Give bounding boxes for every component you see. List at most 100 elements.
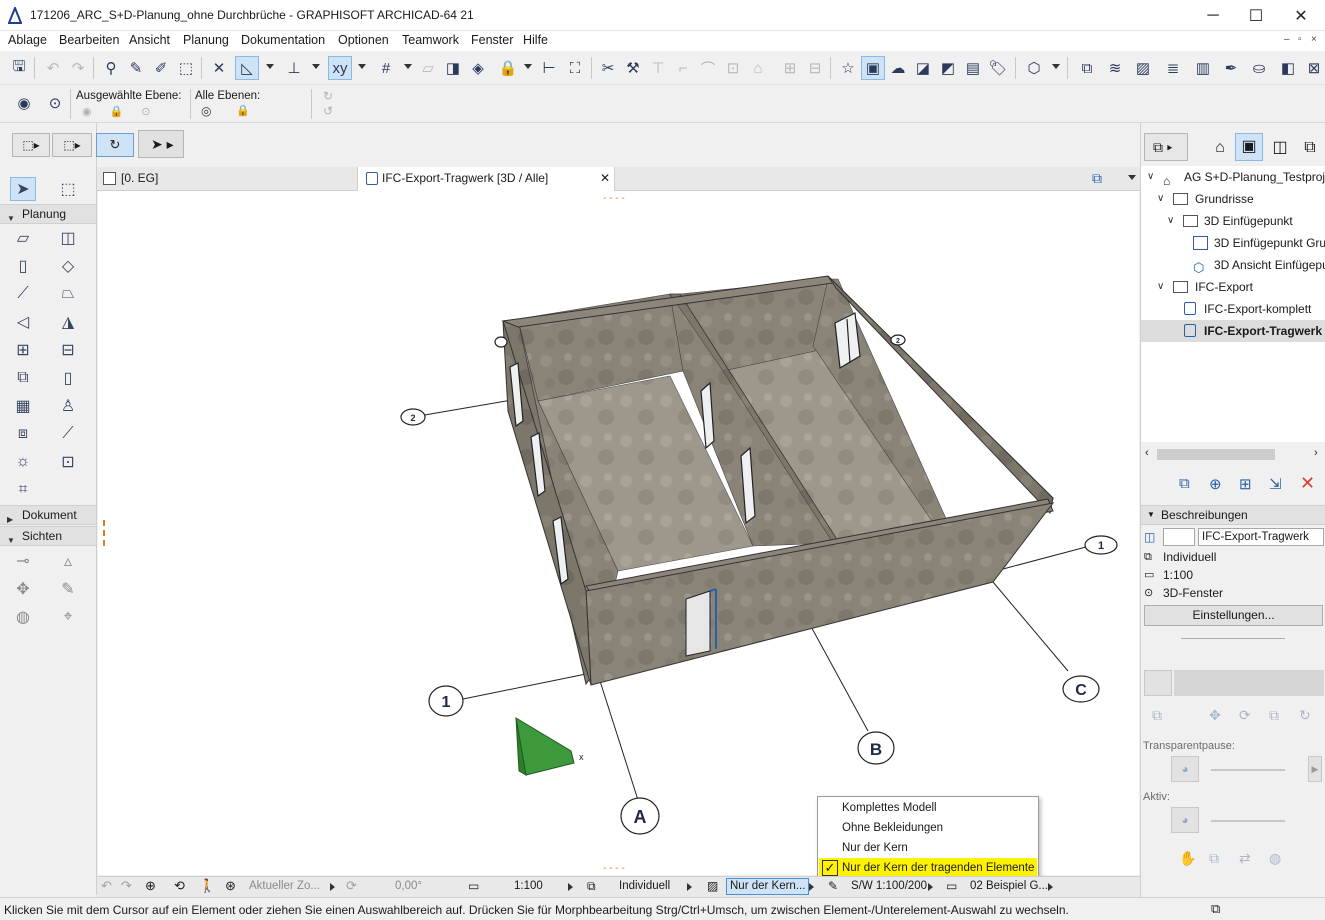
offset-icon[interactable]: ⊤ bbox=[646, 56, 670, 80]
new-folder-icon[interactable]: ⊞ bbox=[1239, 475, 1252, 493]
zoom-in-icon[interactable]: ⊕ bbox=[145, 878, 156, 894]
section-planung[interactable]: ▼ Planung bbox=[0, 204, 96, 224]
scroll-thumb[interactable] bbox=[1157, 449, 1275, 460]
marquee-mode-button[interactable]: ⬚▸ bbox=[12, 133, 50, 157]
mesh-tool-icon[interactable]: ⌗ bbox=[10, 478, 36, 502]
zoom-undo-icon[interactable]: ↶ bbox=[101, 878, 112, 894]
tree-item-ifc-export-tragwerk[interactable]: IFC-Export-Tragwerk bbox=[1141, 320, 1325, 342]
view-map-tab-icon[interactable]: ▣ bbox=[1235, 133, 1263, 161]
skylight-tool-icon[interactable]: ▯ bbox=[55, 366, 81, 390]
railing-tool-icon[interactable]: ⧈ bbox=[10, 422, 36, 446]
section-sichten[interactable]: ▼ Sichten bbox=[0, 526, 96, 546]
all-layers-lock-icon[interactable]: 🔒 bbox=[236, 104, 250, 117]
elevation-icon[interactable]: ◩ bbox=[936, 56, 960, 80]
stairs-rail-tool-icon[interactable]: ⟋ bbox=[55, 422, 81, 446]
undo-icon[interactable]: ↶ bbox=[41, 56, 65, 80]
morph-tool-icon[interactable]: ◮ bbox=[55, 310, 81, 334]
scroll-right-icon[interactable]: › bbox=[1314, 447, 1318, 459]
grid-snap-icon[interactable]: # bbox=[374, 56, 398, 80]
navigator-scrollbar[interactable]: ‹ › bbox=[1141, 446, 1325, 463]
scissors-icon[interactable]: ✂ bbox=[596, 56, 620, 80]
layer-combo-row[interactable]: ⧉ Individuell bbox=[1141, 548, 1325, 566]
mdi-restore-icon[interactable]: ▫ bbox=[1298, 34, 1302, 45]
tab-floor-plan[interactable]: [0. EG] bbox=[97, 167, 357, 191]
lamp-tool-icon[interactable]: ☼ bbox=[10, 450, 36, 474]
view-name-input[interactable]: IFC-Export-Tragwerk bbox=[1198, 528, 1324, 546]
cloud-icon[interactable]: ☁ bbox=[886, 56, 910, 80]
fill-types-icon[interactable]: ▨ bbox=[1131, 56, 1155, 80]
menu-bearbeiten[interactable]: Bearbeiten bbox=[59, 33, 119, 47]
menu-planung[interactable]: Planung bbox=[183, 33, 229, 47]
pick-up-parameters-icon[interactable]: ✎ bbox=[124, 56, 148, 80]
magic-wand-icon[interactable]: ⬚ bbox=[174, 56, 198, 80]
wall-tool-icon[interactable]: ▱ bbox=[10, 226, 36, 250]
tree-item-project[interactable]: ∨ ⌂ AG S+D-Planung_Testprojekt bbox=[1141, 166, 1325, 188]
tab-overview-icon[interactable]: ⧉ bbox=[1092, 170, 1122, 188]
snap-guides-icon[interactable]: ✕ bbox=[207, 56, 231, 80]
tree-item-ifc-export[interactable]: ∨ IFC-Export bbox=[1141, 276, 1325, 298]
publisher-sets-icon[interactable]: ⧉ bbox=[1297, 135, 1323, 161]
structure-display-value[interactable]: Nur der Kern... bbox=[726, 878, 810, 895]
tree-item-grundrisse[interactable]: ∨ Grundrisse bbox=[1141, 188, 1325, 210]
redo-icon[interactable]: ↷ bbox=[66, 56, 90, 80]
detail-tool-icon[interactable]: ◍ bbox=[10, 605, 36, 629]
layer-undo-icon[interactable]: ↺ bbox=[323, 104, 333, 118]
interior-elevation-tool-icon[interactable]: ✥ bbox=[10, 577, 36, 601]
find-select-icon[interactable]: ⚲ bbox=[99, 56, 123, 80]
popup-item-ohne-bekleidungen[interactable]: Ohne Bekleidungen bbox=[819, 818, 1037, 838]
layer-combo-value[interactable]: Individuell bbox=[619, 880, 670, 892]
mesh-grid-tool-icon[interactable]: ▦ bbox=[10, 394, 36, 418]
zone-categories-icon[interactable]: ⊠ bbox=[1302, 56, 1325, 80]
maximize-button[interactable]: ☐ bbox=[1233, 0, 1279, 31]
grid-dropdown-icon[interactable] bbox=[404, 64, 412, 69]
menu-optionen[interactable]: Optionen bbox=[338, 33, 389, 47]
tree-item-3d-ansicht[interactable]: ⬡ 3D Ansicht Einfügepunkt bbox=[1141, 254, 1325, 276]
elevation-tool-icon[interactable]: ▵ bbox=[55, 549, 81, 573]
scroll-left-icon[interactable]: ‹ bbox=[1145, 447, 1149, 459]
popup-item-komplettes-modell[interactable]: Komplettes Modell bbox=[819, 798, 1037, 818]
mdi-minimize-icon[interactable]: – bbox=[1284, 34, 1290, 45]
selected-layer-controls[interactable]: ◉🔒⊙ bbox=[82, 105, 169, 118]
navigator-mode-button[interactable]: ⧉ ▸ bbox=[1144, 133, 1188, 161]
line-types-icon[interactable]: ≋ bbox=[1103, 56, 1127, 80]
beam-tool-icon[interactable]: ⟋ bbox=[10, 282, 36, 306]
section-dokument[interactable]: ▶ Dokument bbox=[0, 505, 96, 525]
arrow-tool-options-button[interactable]: ➤ ▸ bbox=[138, 130, 184, 158]
left-splitter-handle[interactable] bbox=[103, 520, 106, 546]
close-window-button[interactable]: ✕ bbox=[1278, 0, 1324, 31]
interior-elevation-icon[interactable]: ▤ bbox=[961, 56, 985, 80]
menu-ablage[interactable]: Ablage bbox=[8, 33, 47, 47]
roof-tool-icon[interactable]: ⏢ bbox=[55, 282, 81, 306]
settings-button[interactable]: Einstellungen... bbox=[1144, 605, 1323, 626]
guide-lines-dropdown-icon[interactable] bbox=[266, 64, 274, 69]
coordinates-icon[interactable]: xy bbox=[328, 56, 352, 80]
scale-value[interactable]: 1:100 bbox=[514, 880, 543, 892]
align-icon[interactable]: ⊞ bbox=[778, 56, 802, 80]
trace-reference-icon[interactable]: ◨ bbox=[441, 56, 465, 80]
3d-model-canvas[interactable]: 2 1 A B C 1 2 x - - - - - - - - bbox=[98, 191, 1139, 875]
save-view-icon[interactable]: ⧉ bbox=[1179, 475, 1190, 492]
layer-settings-icon[interactable]: ⧉ bbox=[1075, 56, 1099, 80]
walk-icon[interactable]: 🚶 bbox=[199, 878, 215, 894]
stair-tool-icon[interactable]: ⧉ bbox=[10, 366, 36, 390]
layout-book-icon[interactable]: ◫ bbox=[1267, 135, 1293, 161]
popup-item-nur-der-kern[interactable]: Nur der Kern bbox=[819, 838, 1037, 858]
tree-item-3d-einfuegepunkt-grundriss[interactable]: 3D Einfügepunkt Grundriss bbox=[1141, 232, 1325, 254]
curtain-wall-tool-icon[interactable]: ⊟ bbox=[55, 338, 81, 362]
section-icon[interactable]: ◪ bbox=[911, 56, 935, 80]
minimize-button[interactable]: ─ bbox=[1190, 0, 1236, 31]
section-tool-icon[interactable]: ⊸ bbox=[10, 549, 36, 573]
surfaces-icon[interactable]: ◧ bbox=[1276, 56, 1300, 80]
trace-icon[interactable]: ▱ bbox=[416, 56, 440, 80]
3d-dropdown-icon[interactable] bbox=[1052, 64, 1060, 69]
ghost-icon[interactable]: ◈ bbox=[466, 56, 490, 80]
curve-icon[interactable]: ⌒ bbox=[696, 56, 720, 80]
tree-item-ifc-export-komplett[interactable]: IFC-Export-komplett bbox=[1141, 298, 1325, 320]
mvo-value[interactable]: 02 Beispiel G... bbox=[970, 880, 1048, 892]
tag-icon[interactable]: 🏷 bbox=[986, 56, 1010, 80]
rotate-icon[interactable]: ⟳ bbox=[346, 878, 357, 894]
zoom-value[interactable]: Aktueller Zo... bbox=[249, 880, 320, 892]
zoom-redo-icon[interactable]: ↷ bbox=[121, 878, 132, 894]
marquee-rect-button[interactable]: ⬚▸ bbox=[52, 133, 92, 157]
object-tool-icon[interactable]: ♙ bbox=[55, 394, 81, 418]
